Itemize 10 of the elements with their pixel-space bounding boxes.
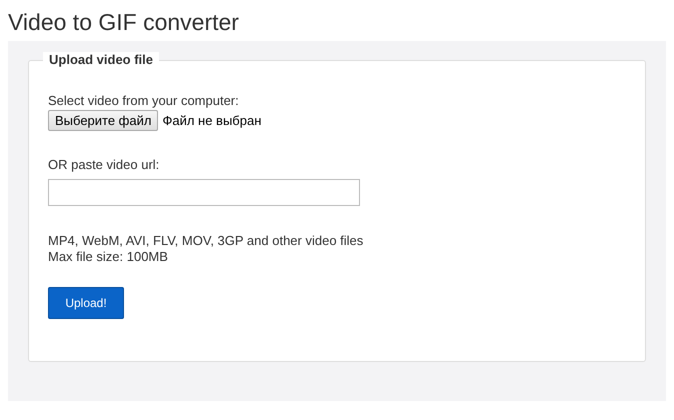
file-label: Select video from your computer: xyxy=(48,93,240,109)
choose-file-button[interactable]: Выберите файл xyxy=(48,110,158,131)
max-size-text: Max file size: 100MB xyxy=(48,249,169,265)
page-title: Video to GIF converter xyxy=(7,8,240,37)
url-input-field[interactable] xyxy=(48,179,360,206)
file-status: Файл не выбран xyxy=(162,113,262,128)
upload-button[interactable]: Upload! xyxy=(48,287,124,319)
url-label: OR paste video url: xyxy=(48,157,160,173)
formats-text: MP4, WebM, AVI, FLV, MOV, 3GP and other video files xyxy=(48,233,364,249)
fieldset-legend: Upload video file xyxy=(43,52,160,67)
